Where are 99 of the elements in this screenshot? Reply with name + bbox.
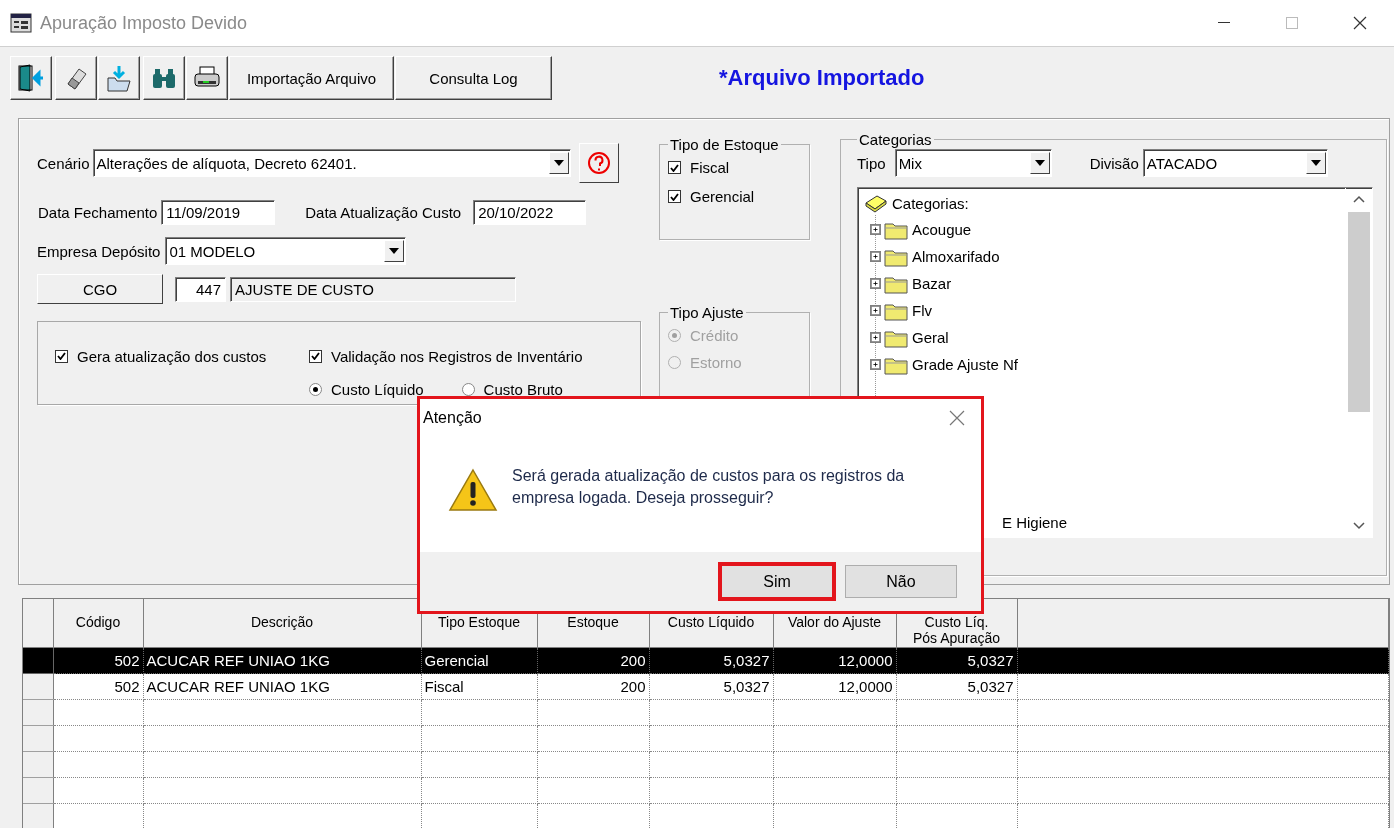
toolbar-button[interactable]: Consulta Log xyxy=(395,56,552,100)
dropdown-arrow-icon xyxy=(389,248,400,254)
tree-item[interactable]: Almoxarifado xyxy=(912,248,1000,265)
company-dropdown[interactable]: 01 MODELO xyxy=(165,237,407,265)
group-title: Tipo de Estoque xyxy=(669,136,780,153)
tree-item[interactable]: Geral xyxy=(912,329,949,346)
field-label: Data Fechamento xyxy=(38,204,158,221)
maximize-icon xyxy=(1286,17,1298,29)
status-title: *Arquivo Importado xyxy=(719,65,925,91)
radio-button[interactable] xyxy=(309,383,322,397)
field-label: Divisão xyxy=(1089,154,1139,172)
tree-item[interactable]: Flv xyxy=(912,302,932,319)
dialog-message: Será gerada atualização de custos para os registros da empresa logada. Deseja prosseguir? xyxy=(512,465,906,508)
column-header[interactable]: Descrição xyxy=(143,599,421,648)
dialog-button[interactable]: Não xyxy=(845,565,957,598)
binoculars-button[interactable] xyxy=(143,56,185,100)
group-title: Tipo Ajuste xyxy=(669,304,745,321)
expand-icon[interactable] xyxy=(870,251,881,262)
field-label: Tipo xyxy=(857,154,886,172)
expand-icon[interactable] xyxy=(870,332,881,343)
dialog-title: Atenção xyxy=(423,409,482,427)
minimize-icon xyxy=(1218,22,1230,24)
checkbox[interactable] xyxy=(668,190,681,203)
door-arrow-button[interactable] xyxy=(10,56,52,100)
dropdown-arrow-icon xyxy=(1310,160,1321,166)
table-cell: 5,0327 xyxy=(896,673,1017,700)
tree-root-label: Categorias: xyxy=(892,194,969,212)
table-cell: 200 xyxy=(537,673,649,700)
printer-button[interactable] xyxy=(186,56,228,100)
checkmark-icon xyxy=(670,192,679,201)
group-title: Categorias xyxy=(858,131,933,148)
date-field[interactable]: 20/10/2022 xyxy=(473,200,587,225)
checkmark-icon xyxy=(670,163,679,172)
field-label: Data Atualização Custo xyxy=(305,204,462,221)
eraser-button[interactable] xyxy=(55,56,97,100)
date-field[interactable]: 11/09/2019 xyxy=(161,200,276,225)
help-icon xyxy=(586,151,611,175)
tree-item[interactable]: Bazar xyxy=(912,275,952,292)
table-cell: 502 xyxy=(53,647,143,674)
folder-download-icon xyxy=(105,64,133,92)
checkbox-label: Validação nos Registros de Inventário xyxy=(331,347,583,365)
checkbox-label: Fiscal xyxy=(690,159,730,176)
field-label: Cenário xyxy=(37,154,90,172)
table-cell: 5,0327 xyxy=(649,673,773,700)
app-icon xyxy=(10,13,32,33)
checkmark-icon xyxy=(311,352,320,361)
dropdown-arrow-icon xyxy=(1034,160,1045,166)
checkbox[interactable] xyxy=(309,349,322,363)
tree-item[interactable]: Grade Ajuste Nf xyxy=(912,356,1018,373)
row-header[interactable] xyxy=(23,673,53,700)
radio-label: Crédito xyxy=(690,327,739,344)
table-cell: ACUCAR REF UNIAO 1KG xyxy=(143,673,421,700)
radio-button[interactable] xyxy=(461,383,475,397)
field-label: Empresa Depósito xyxy=(37,242,161,260)
window-title: Apuração Imposto Devido xyxy=(40,12,248,34)
table-cell: Gerencial xyxy=(421,647,537,674)
division-dropdown[interactable]: ATACADO xyxy=(1142,149,1328,177)
table-cell: ACUCAR REF UNIAO 1KG xyxy=(143,647,421,674)
checkbox[interactable] xyxy=(668,161,681,174)
close-icon xyxy=(1353,16,1367,30)
scenario-dropdown[interactable]: Alterações de alíquota, Decreto 62401. xyxy=(92,149,571,177)
table-cell: Fiscal xyxy=(421,673,537,700)
table-cell: 12,0000 xyxy=(773,673,896,700)
folder-download-button[interactable] xyxy=(98,56,140,100)
close-icon[interactable] xyxy=(949,410,965,426)
expand-icon[interactable] xyxy=(870,224,881,235)
checkmark-icon xyxy=(57,352,66,361)
tree-item[interactable]: Acougue xyxy=(912,221,972,238)
scrollbar-thumb[interactable] xyxy=(1348,212,1370,412)
toolbar-button[interactable]: Importação Arquivo xyxy=(229,56,394,100)
column-header[interactable]: Código xyxy=(53,599,143,648)
checkbox[interactable] xyxy=(55,349,68,363)
table-cell: 5,0327 xyxy=(649,647,773,674)
description-field: AJUSTE DE CUSTO xyxy=(230,276,516,302)
radio-label: Estorno xyxy=(690,354,742,371)
warning-icon xyxy=(448,467,498,512)
checkbox-label: Gera atualização dos custos xyxy=(77,347,267,365)
table-cell: 12,0000 xyxy=(773,647,896,674)
table-cell: 5,0327 xyxy=(896,647,1017,674)
cgo-button[interactable]: CGO xyxy=(37,274,163,304)
scroll-up-icon[interactable] xyxy=(1353,195,1365,203)
type-dropdown[interactable]: Mix xyxy=(894,149,1052,177)
table-cell: 502 xyxy=(53,673,143,700)
dropdown-arrow-icon xyxy=(553,160,564,166)
checkbox-label: Gerencial xyxy=(690,188,755,205)
code-field[interactable]: 447 xyxy=(175,276,226,302)
expand-icon[interactable] xyxy=(870,305,881,316)
row-header[interactable] xyxy=(23,647,53,674)
scroll-down-icon[interactable] xyxy=(1353,522,1365,530)
radio-label: Custo Líquido xyxy=(331,381,424,399)
expand-icon[interactable] xyxy=(870,278,881,289)
tree-item[interactable]: E Higiene xyxy=(1002,513,1068,531)
help-button[interactable] xyxy=(578,143,619,183)
book-icon xyxy=(864,193,888,213)
door-arrow-icon xyxy=(17,64,45,92)
table-cell: 200 xyxy=(537,647,649,674)
expand-icon[interactable] xyxy=(870,359,881,370)
radio-label: Custo Bruto xyxy=(483,381,563,399)
dialog-button[interactable]: Sim xyxy=(721,565,833,598)
